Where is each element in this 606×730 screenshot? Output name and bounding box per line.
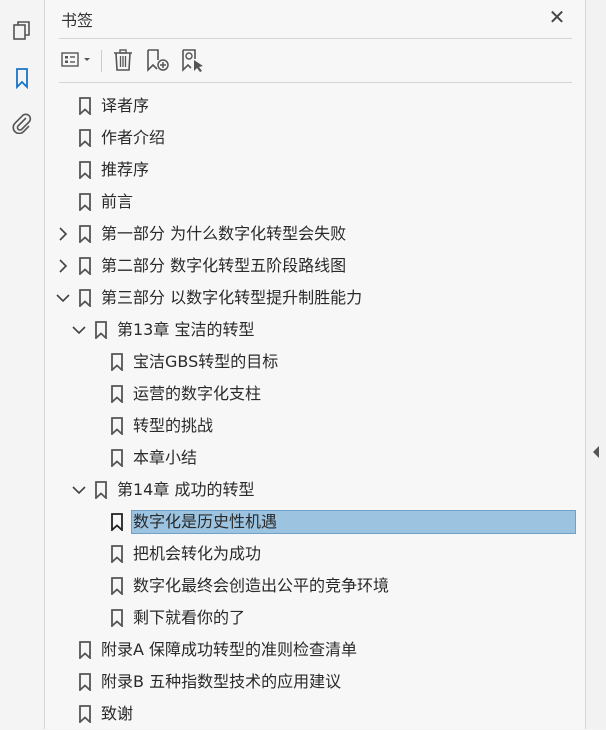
bookmark-add-icon <box>147 49 169 72</box>
bookmark-icon <box>95 481 107 499</box>
bookmark-icon <box>79 289 91 307</box>
bookmark-label: 译者序 <box>101 96 150 115</box>
bookmark-item[interactable]: 第14章 成功的转型 <box>45 474 585 506</box>
bookmark-item[interactable]: 作者介绍 <box>45 122 585 154</box>
collapse-arrow-icon[interactable] <box>592 446 600 458</box>
bookmark-icon <box>111 385 123 403</box>
bookmark-label: 数字化是历史性机遇 <box>131 510 576 534</box>
divider <box>59 82 572 83</box>
bookmark-icon <box>79 257 91 275</box>
chevron-down-icon[interactable] <box>55 290 71 306</box>
bookmark-label: 致谢 <box>101 704 134 723</box>
bookmark-item[interactable]: 第一部分 为什么数字化转型会失败 <box>45 218 585 250</box>
bookmark-item[interactable]: 第13章 宝洁的转型 <box>45 314 585 346</box>
bookmark-target-icon <box>182 49 203 72</box>
bookmark-icon <box>111 417 123 435</box>
bookmark-item[interactable]: 运营的数字化支柱 <box>45 378 585 410</box>
bookmark-item[interactable]: 宝洁GBS转型的目标 <box>45 346 585 378</box>
bookmark-icon <box>79 225 91 243</box>
bookmark-icon <box>79 641 91 659</box>
bookmark-label: 第13章 宝洁的转型 <box>117 320 255 339</box>
bookmark-item[interactable]: 附录B 五种指数型技术的应用建议 <box>45 666 585 698</box>
bookmark-label: 推荐序 <box>101 160 150 179</box>
find-current-bookmark-button[interactable] <box>179 47 207 73</box>
options-menu-button[interactable] <box>59 47 97 73</box>
bookmark-icon <box>79 161 91 179</box>
left-navigation-bar <box>0 0 45 729</box>
trash-icon <box>114 49 132 71</box>
bookmark-item[interactable]: 推荐序 <box>45 154 585 186</box>
bookmark-icon <box>79 673 91 691</box>
bookmark-item[interactable]: 剩下就看你的了 <box>45 602 585 634</box>
bookmark-item[interactable]: 第二部分 数字化转型五阶段路线图 <box>45 250 585 282</box>
bookmark-label: 宝洁GBS转型的目标 <box>133 352 279 371</box>
bookmark-icon <box>111 609 123 627</box>
close-icon[interactable]: ✕ <box>545 6 569 28</box>
bookmark-label: 把机会转化为成功 <box>133 544 262 563</box>
bookmark-label: 第14章 成功的转型 <box>117 480 255 499</box>
panel-splitter[interactable] <box>585 0 606 729</box>
toolbar-divider <box>101 50 102 72</box>
bookmark-item[interactable]: 译者序 <box>45 90 585 122</box>
bookmark-icon <box>111 449 123 467</box>
bookmark-item[interactable]: 第三部分 以数字化转型提升制胜能力 <box>45 282 585 314</box>
bookmarks-icon[interactable] <box>11 67 33 90</box>
bookmark-icon <box>111 577 123 595</box>
bookmark-item[interactable]: 附录A 保障成功转型的准则检查清单 <box>45 634 585 666</box>
bookmark-item[interactable]: 转型的挑战 <box>45 410 585 442</box>
bookmark-icon <box>111 545 123 563</box>
bookmark-icon <box>79 97 91 115</box>
chevron-down-icon[interactable] <box>71 322 87 338</box>
bookmark-item[interactable]: 本章小结 <box>45 442 585 474</box>
bookmark-item[interactable]: 前言 <box>45 186 585 218</box>
bookmark-label: 前言 <box>101 192 134 211</box>
bookmark-item[interactable]: 数字化是历史性机遇 <box>45 506 585 538</box>
bookmark-label: 附录A 保障成功转型的准则检查清单 <box>101 640 358 659</box>
bookmark-icon <box>79 705 91 723</box>
bookmark-item[interactable]: 致谢 <box>45 698 585 730</box>
new-bookmark-button[interactable] <box>144 47 172 73</box>
bookmark-item[interactable]: 把机会转化为成功 <box>45 538 585 570</box>
bookmark-label: 运营的数字化支柱 <box>133 384 262 403</box>
bookmark-icon <box>95 321 107 339</box>
page-thumbnails-icon[interactable] <box>11 20 33 42</box>
bookmark-label: 第三部分 以数字化转型提升制胜能力 <box>101 288 363 307</box>
bookmarks-panel: 书签 ✕ 译者序 作者介绍 推荐序 前言 第一部分 为什么数字化转型会失败 第二… <box>45 0 585 729</box>
divider <box>59 38 572 39</box>
bookmark-item[interactable]: 数字化最终会创造出公平的竞争环境 <box>45 570 585 602</box>
bookmark-label: 第一部分 为什么数字化转型会失败 <box>101 224 347 243</box>
bookmark-label: 数字化最终会创造出公平的竞争环境 <box>133 576 390 595</box>
bookmark-label: 第二部分 数字化转型五阶段路线图 <box>101 256 347 275</box>
bookmark-label: 剩下就看你的了 <box>133 608 246 627</box>
bookmark-label: 转型的挑战 <box>133 416 214 435</box>
bookmark-icon <box>79 129 91 147</box>
attachments-icon[interactable] <box>11 112 33 135</box>
bookmark-label: 附录B 五种指数型技术的应用建议 <box>101 672 342 691</box>
bookmark-icon <box>111 353 123 371</box>
bookmark-label: 本章小结 <box>133 448 198 467</box>
chevron-right-icon[interactable] <box>55 226 71 242</box>
chevron-right-icon[interactable] <box>55 258 71 274</box>
delete-bookmark-button[interactable] <box>110 47 136 73</box>
bookmark-icon <box>111 513 123 531</box>
bookmark-label: 作者介绍 <box>101 128 166 147</box>
bookmark-icon <box>79 193 91 211</box>
chevron-down-icon[interactable] <box>71 482 87 498</box>
panel-title: 书签 <box>61 11 94 30</box>
